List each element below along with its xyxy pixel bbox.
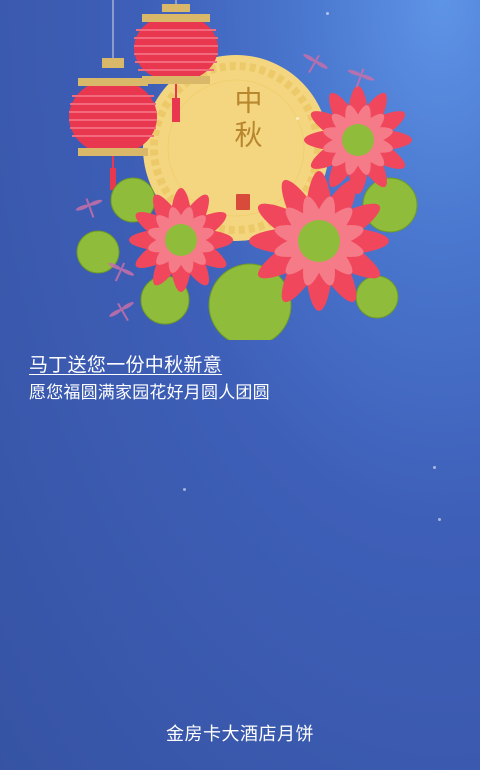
- seal-stamp: [236, 194, 250, 210]
- star: [183, 488, 186, 491]
- greeting: 马丁送您一份中秋新意 愿您福圆满家园花好月圆人团圆: [29, 352, 270, 406]
- star: [326, 12, 329, 15]
- star: [296, 117, 299, 120]
- greeting-subtitle: 愿您福圆满家园花好月圆人团圆: [29, 383, 270, 403]
- mid-autumn-illustration: 中秋: [69, 0, 418, 340]
- star: [438, 518, 441, 521]
- moon-text: 中秋: [231, 86, 264, 154]
- footer-text: 金房卡大酒店月饼: [166, 724, 314, 745]
- greeting-title[interactable]: 马丁送您一份中秋新意: [29, 352, 270, 378]
- star: [433, 466, 436, 469]
